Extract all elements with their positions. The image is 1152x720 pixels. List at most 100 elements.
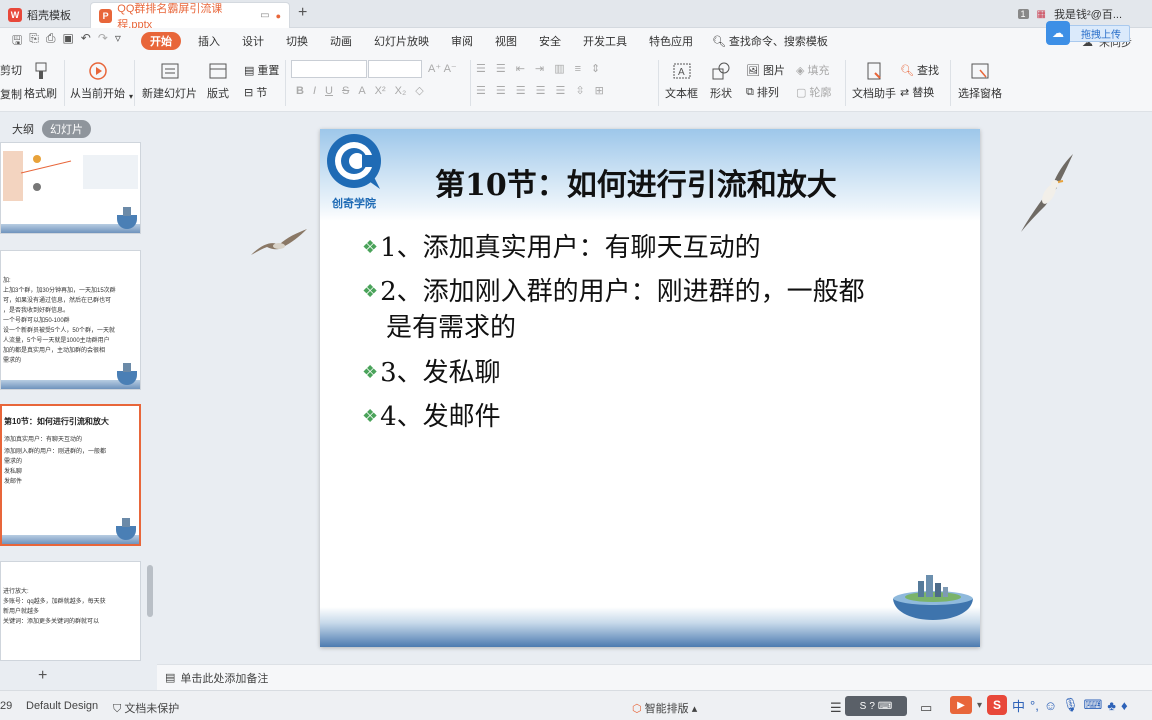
slide-thumbnail-2[interactable]: 加: 上加3个群，加30分钟再加，一天加15次群 可，如果没有通过信息，然后在已… [0, 250, 141, 390]
menu-developer[interactable]: 开发工具 [572, 33, 638, 49]
align-center-icon[interactable]: ☰ [496, 84, 506, 97]
arrange-label: 排列 [756, 87, 779, 99]
menu-home[interactable]: 开始 [140, 32, 181, 50]
smartart-icon[interactable]: ⊞ [595, 84, 604, 97]
skin-icon[interactable]: ♣ [1107, 698, 1116, 713]
valign-icon[interactable]: ⇳ [575, 84, 584, 97]
justify-icon[interactable]: ☰ [536, 84, 546, 97]
doc-assistant-button[interactable]: 文档助手 [852, 60, 896, 101]
view-normal-icon[interactable]: ☰ [830, 700, 842, 716]
add-slide-button[interactable]: + [38, 667, 47, 685]
text-dir-icon[interactable]: ⇕ [591, 62, 600, 75]
align-left-icon[interactable]: ☰ [476, 84, 486, 97]
shape-button[interactable]: 形状 [710, 60, 732, 101]
new-slide-button[interactable]: 新建幻灯片 [142, 60, 197, 101]
keyboard-tray-icon[interactable]: ⌨ [1084, 697, 1103, 713]
font-name-select[interactable] [291, 60, 367, 78]
mic-icon[interactable]: 🎙︎ [1062, 697, 1079, 713]
columns-icon[interactable]: ▥ [554, 62, 564, 75]
arrange-button[interactable]: ⧉ 排列 [746, 84, 779, 100]
underline-icon[interactable]: U [325, 85, 333, 97]
section-icon: ⊟ [244, 86, 254, 99]
tab-outline[interactable]: 大纲 [12, 121, 34, 137]
strike-icon[interactable]: S [342, 85, 349, 97]
format-painter-button[interactable]: 格式刷 [24, 60, 57, 101]
tab-docer[interactable]: W 稻壳模板 [0, 2, 88, 28]
bold-icon[interactable]: B [296, 85, 304, 97]
cloud-upload-icon[interactable]: ☁ [1046, 21, 1070, 45]
bullets-icon[interactable]: ☰ [476, 62, 486, 75]
qat-more-icon[interactable]: ▿ [115, 31, 121, 52]
menu-animation[interactable]: 动画 [319, 33, 363, 49]
tab-slides[interactable]: 幻灯片 [42, 120, 91, 138]
reading-view-icon[interactable]: ▭ [920, 700, 932, 716]
print-icon[interactable]: ⎙ [46, 31, 56, 52]
font-grow-icon[interactable]: A⁺ A⁻ [428, 62, 457, 75]
line-spacing-icon[interactable]: ≡ [575, 63, 581, 75]
indent-icon[interactable]: ⇥ [535, 62, 544, 75]
subscript-icon[interactable]: X₂ [395, 85, 407, 97]
reset-button[interactable]: ▤ 重置 [244, 62, 279, 78]
theme-name[interactable]: Default Design [26, 700, 98, 712]
cut-button[interactable]: 剪切 [0, 62, 22, 78]
save-icon[interactable]: 🖫 [12, 31, 22, 52]
menu-design[interactable]: 设计 [231, 33, 275, 49]
superscript-icon[interactable]: X² [375, 85, 386, 97]
menu-view[interactable]: 视图 [484, 33, 528, 49]
outdent-icon[interactable]: ⇤ [516, 62, 525, 75]
textbox-button[interactable]: A 文本框 [665, 60, 698, 101]
from-current-button[interactable]: 从当前开始 ▾ [70, 60, 133, 101]
font-size-select[interactable] [368, 60, 422, 78]
distribute-icon[interactable]: ☰ [556, 84, 566, 97]
monitor-icon[interactable]: ▭ [260, 10, 269, 21]
outline-button[interactable]: ▢ 轮廓 [796, 84, 831, 100]
picture-button[interactable]: 🖼︎ 图片 [746, 62, 785, 78]
menu-special[interactable]: 特色应用 [638, 33, 704, 49]
menu-slideshow[interactable]: 幻灯片放映 [363, 33, 440, 49]
section-button[interactable]: ⊟ 节 [244, 84, 267, 100]
doc-protection-status[interactable]: ⛉ 文档未保护 [113, 700, 179, 716]
notes-pane[interactable]: ▤ 单击此处添加备注 [157, 664, 1152, 690]
smart-layout-button[interactable]: ⬡ 智能排版 ▴ [632, 700, 697, 716]
emoji-icon[interactable]: ☺ [1044, 698, 1057, 713]
clear-format-icon[interactable]: ◇ [415, 84, 423, 97]
play-slideshow-icon[interactable]: ▶ [950, 696, 972, 714]
menu-insert[interactable]: 插入 [187, 33, 231, 49]
slide-title[interactable]: 第10节：如何进行引流和放大 [435, 160, 837, 204]
italic-icon[interactable]: I [313, 85, 316, 97]
tab-document[interactable]: P QQ群排名霸屏引流课程.pptx ▭ ● [90, 2, 290, 31]
slide-thumbnail-1[interactable] [0, 142, 141, 234]
current-slide[interactable]: 创奇学院 第10节：如何进行引流和放大 ❖1、添加真实用户：有聊天互动的 ❖2、… [320, 129, 980, 647]
font-color-icon[interactable]: A [358, 85, 365, 97]
play-more-icon[interactable]: ▾ [977, 700, 982, 711]
menu-bar: 🖫 ⎘ ⎙ ▣ ↶ ↷ ▿ 开始 插入 设计 切换 动画 幻灯片放映 审阅 视图… [0, 28, 1152, 54]
find-button[interactable]: 🔍︎ 查找 [900, 62, 939, 78]
undo-icon[interactable]: ↶ [81, 31, 91, 52]
user-name[interactable]: 我是钱²@百... [1054, 6, 1122, 22]
punctuation-icon[interactable]: °, [1030, 698, 1039, 713]
chinese-mode-icon[interactable]: 中 [1012, 696, 1025, 715]
selection-pane-button[interactable]: 选择窗格 [958, 60, 1002, 101]
new-tab-button[interactable]: + [298, 4, 307, 22]
thumbnail-scrollbar[interactable] [147, 565, 153, 617]
layout-button[interactable]: 版式 [207, 60, 229, 101]
menu-review[interactable]: 审阅 [440, 33, 484, 49]
sogou-input-icon[interactable]: S [987, 695, 1008, 715]
menu-transition[interactable]: 切换 [275, 33, 319, 49]
command-search[interactable]: 🔍︎ 查找命令、搜索模板 [712, 33, 828, 49]
replace-button[interactable]: ⇄ 替换 [900, 84, 934, 100]
preview-icon[interactable]: ▣ [62, 31, 73, 52]
format-icon[interactable]: ⎘ [29, 31, 39, 52]
numbering-icon[interactable]: ☰ [496, 62, 506, 75]
align-right-icon[interactable]: ☰ [516, 84, 526, 97]
slide-thumbnail-3-selected[interactable]: 第10节：如何进行引流和放大 添加真实用户：有聊天互动的 添加刚入群的用户：刚进… [0, 404, 141, 546]
menu-security[interactable]: 安全 [528, 33, 572, 49]
redo-icon[interactable]: ↷ [98, 31, 108, 52]
copy-button[interactable]: 复制 [0, 86, 22, 102]
shirt-icon[interactable]: ♦ [1121, 698, 1128, 713]
outline-label: 轮廓 [809, 87, 832, 99]
user-avatar-icon[interactable]: ▦ [1037, 9, 1046, 20]
fill-button[interactable]: ◈ 填充 [796, 62, 829, 78]
slide-thumbnail-4[interactable]: 进行放大: 多账号：qq越多，加群就越多，每天获 新用户就越多 关键词：添加更多… [0, 561, 141, 661]
screen-recorder-widget[interactable]: S? ⌨ [845, 696, 907, 716]
